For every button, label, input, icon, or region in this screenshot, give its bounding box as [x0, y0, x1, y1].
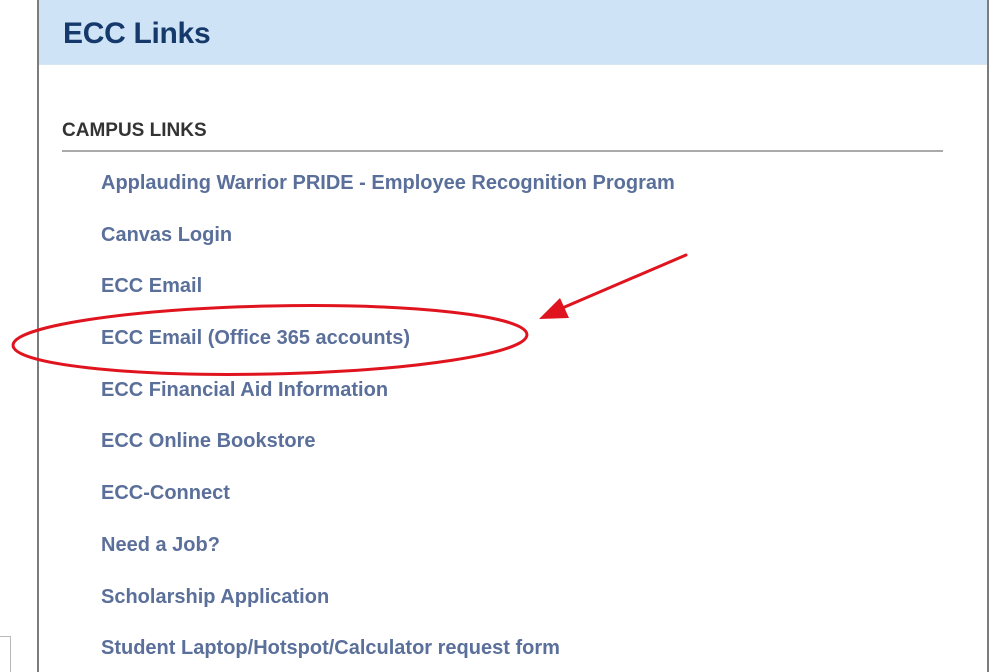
- list-item: Applauding Warrior PRIDE - Employee Reco…: [101, 165, 675, 217]
- campus-links-list: Applauding Warrior PRIDE - Employee Reco…: [101, 165, 675, 672]
- link-need-a-job[interactable]: Need a Job?: [101, 534, 220, 556]
- link-ecc-financial-aid[interactable]: ECC Financial Aid Information: [101, 379, 388, 401]
- list-item: ECC Online Bookstore: [101, 423, 675, 475]
- link-applauding-warrior-pride[interactable]: Applauding Warrior PRIDE - Employee Reco…: [101, 172, 675, 194]
- list-item: ECC Email: [101, 268, 675, 320]
- adjacent-element-corner: [0, 636, 11, 672]
- list-item: Need a Job?: [101, 527, 675, 579]
- list-item: ECC Email (Office 365 accounts): [101, 320, 675, 372]
- panel-title: ECC Links: [63, 17, 211, 50]
- page: ECC Links CAMPUS LINKS Applauding Warrio…: [0, 0, 992, 672]
- link-student-laptop-request[interactable]: Student Laptop/Hotspot/Calculator reques…: [101, 637, 560, 659]
- list-item: Student Laptop/Hotspot/Calculator reques…: [101, 630, 675, 672]
- panel-left-border: [37, 0, 39, 672]
- link-ecc-online-bookstore[interactable]: ECC Online Bookstore: [101, 430, 315, 452]
- link-ecc-connect[interactable]: ECC-Connect: [101, 482, 230, 504]
- section-heading: CAMPUS LINKS: [62, 120, 207, 141]
- link-ecc-email[interactable]: ECC Email: [101, 275, 202, 297]
- list-item: Scholarship Application: [101, 579, 675, 631]
- list-item: ECC Financial Aid Information: [101, 372, 675, 424]
- section-divider: [62, 150, 943, 152]
- panel-right-border: [987, 0, 989, 672]
- link-ecc-email-office-365[interactable]: ECC Email (Office 365 accounts): [101, 327, 410, 349]
- link-scholarship-application[interactable]: Scholarship Application: [101, 586, 329, 608]
- link-canvas-login[interactable]: Canvas Login: [101, 224, 232, 246]
- list-item: Canvas Login: [101, 217, 675, 269]
- panel-header: ECC Links: [39, 0, 987, 65]
- list-item: ECC-Connect: [101, 475, 675, 527]
